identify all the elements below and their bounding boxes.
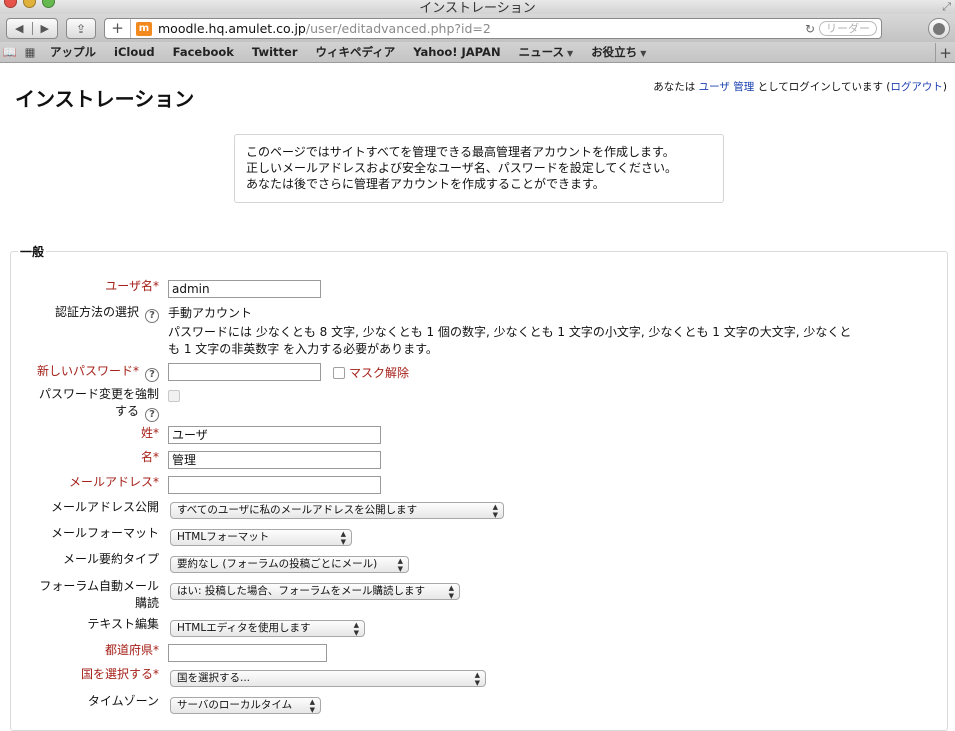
bookmark-item[interactable]: Facebook: [173, 45, 234, 59]
bookmark-item[interactable]: iCloud: [114, 45, 155, 59]
book-icon[interactable]: 📖: [0, 45, 20, 59]
page-content: あなたは ユーザ 管理 としてログインしています (ログアウト) インストレーシ…: [0, 64, 955, 731]
force-password-change-checkbox[interactable]: [168, 390, 180, 402]
setup-notice: このページではサイトすべてを管理できる最高管理者アカウントを作成します。 正しい…: [234, 134, 724, 203]
reader-button[interactable]: リーダー: [819, 21, 877, 36]
auth-method-value: 手動アカウント: [168, 306, 253, 320]
bookmarks-bar: 📖 ▦ アップル iCloud Facebook Twitter ウィキペディア…: [0, 42, 955, 63]
email-input[interactable]: [168, 476, 381, 494]
moodle-favicon-icon: m: [136, 21, 152, 36]
user-profile-link[interactable]: ユーザ 管理: [699, 81, 755, 93]
help-icon[interactable]: ?: [145, 309, 159, 323]
window-titlebar: インストレーション ⤢: [0, 0, 955, 14]
username-input[interactable]: admin: [168, 280, 321, 298]
bookmark-folder-useful[interactable]: お役立ち ▼: [591, 44, 646, 60]
address-bar[interactable]: + m moodle.hq.amulet.co.jp/user/editadva…: [104, 18, 882, 39]
updown-arrow-icon: ▲ ▼: [397, 557, 403, 573]
lastname-label: 姓*: [140, 426, 159, 440]
auth-method-label: 認証方法の選択?: [55, 304, 159, 323]
url-path: /user/editadvanced.php?id=2: [305, 21, 491, 36]
bookmark-item[interactable]: ウィキペディア: [316, 44, 396, 60]
new-password-label: 新しいパスワード*?: [37, 363, 159, 382]
page-title: インストレーション: [15, 87, 195, 111]
login-info: あなたは ユーザ 管理 としてログインしています (ログアウト): [653, 81, 947, 93]
text-editor-label: テキスト編集: [87, 617, 159, 631]
updown-arrow-icon: ▲ ▼: [340, 530, 346, 546]
help-icon[interactable]: ?: [145, 368, 159, 382]
country-label: 国を選択する*: [80, 667, 159, 681]
chevron-down-icon: ▼: [640, 49, 647, 58]
username-label: ユーザ名*: [105, 279, 159, 293]
password-policy-text: パスワードには 少なくとも 8 文字, 少なくとも 1 個の数字, 少なくとも …: [168, 325, 852, 356]
lastname-input[interactable]: ユーザ: [168, 426, 381, 444]
add-bookmark-button[interactable]: +: [105, 19, 131, 38]
url-text[interactable]: moodle.hq.amulet.co.jp/user/editadvanced…: [158, 21, 801, 36]
force-password-change-field: [168, 389, 180, 403]
autosubscribe-select[interactable]: はい: 投稿した場合、フォーラムをメール購読します ▲ ▼: [170, 583, 460, 600]
timezone-label: タイムゾーン: [87, 694, 159, 708]
bookmark-item[interactable]: Twitter: [252, 45, 298, 59]
updown-arrow-icon: ▲ ▼: [474, 671, 480, 687]
reload-icon[interactable]: ↻: [801, 22, 819, 36]
share-icon: ⇪: [75, 21, 87, 36]
downloads-icon: [933, 22, 945, 35]
top-sites-grid-icon[interactable]: ▦: [20, 45, 40, 59]
city-input[interactable]: [168, 644, 327, 662]
mail-digest-label: メール要約タイプ: [62, 552, 159, 566]
mail-digest-select[interactable]: 要約なし (フォーラムの投稿ごとにメール) ▲ ▼: [170, 556, 409, 573]
bookmark-folder-news[interactable]: ニュース ▼: [519, 44, 574, 60]
unmask-password-toggle[interactable]: マスク解除: [333, 364, 409, 381]
force-password-change-label: パスワード変更を強制 する?: [38, 387, 159, 422]
browser-toolbar: ◀ ▶ ⇪ + m moodle.hq.amulet.co.jp/user/ed…: [0, 14, 955, 42]
firstname-input[interactable]: 管理: [168, 451, 381, 469]
back-button[interactable]: ◀: [7, 22, 32, 35]
updown-arrow-icon: ▲ ▼: [309, 698, 315, 714]
help-icon[interactable]: ?: [145, 408, 159, 422]
email-label: メールアドレス*: [68, 475, 159, 489]
updown-arrow-icon: ▲ ▼: [448, 584, 454, 600]
history-nav: ◀ ▶: [6, 18, 58, 39]
downloads-button[interactable]: [928, 18, 950, 39]
city-label: 都道府県*: [104, 643, 159, 657]
country-select[interactable]: 国を選択する... ▲ ▼: [170, 670, 486, 687]
chevron-down-icon: ▼: [567, 49, 574, 58]
window-title: インストレーション: [419, 1, 536, 14]
firstname-label: 名*: [140, 450, 159, 464]
general-fieldset: [10, 251, 948, 731]
new-tab-button[interactable]: +: [935, 43, 955, 63]
new-password-input[interactable]: [168, 363, 321, 381]
timezone-select[interactable]: サーバのローカルタイム ▲ ▼: [170, 697, 321, 714]
updown-arrow-icon: ▲ ▼: [492, 503, 498, 519]
mail-format-select[interactable]: HTMLフォーマット ▲ ▼: [170, 529, 352, 546]
email-display-label: メールアドレス公開: [50, 500, 159, 514]
forward-button[interactable]: ▶: [31, 22, 58, 35]
mail-format-label: メールフォーマット: [50, 526, 159, 540]
bookmark-item[interactable]: Yahoo! JAPAN: [413, 45, 500, 59]
text-editor-select[interactable]: HTMLエディタを使用します ▲ ▼: [170, 620, 365, 637]
logout-link[interactable]: ログアウト: [890, 81, 943, 93]
autosubscribe-label: フォーラム自動メール 購読: [39, 579, 159, 610]
updown-arrow-icon: ▲ ▼: [353, 621, 359, 637]
unmask-checkbox[interactable]: [333, 367, 345, 379]
share-button[interactable]: ⇪: [66, 18, 96, 39]
email-display-select[interactable]: すべてのユーザに私のメールアドレスを公開します ▲ ▼: [170, 502, 504, 519]
bookmark-item[interactable]: アップル: [50, 44, 96, 60]
fullscreen-icon[interactable]: ⤢: [942, 0, 951, 14]
fieldset-legend: 一般: [18, 243, 47, 260]
url-host: moodle.hq.amulet.co.jp: [158, 21, 306, 36]
